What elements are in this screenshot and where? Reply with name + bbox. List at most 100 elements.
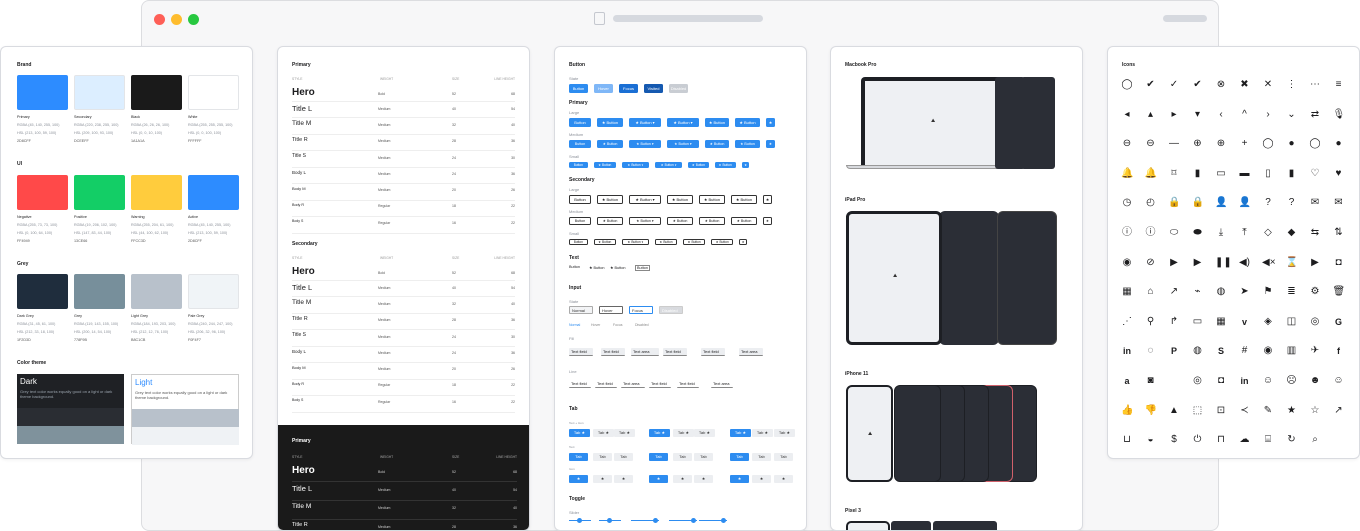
input-focus[interactable]: Focus xyxy=(629,306,653,314)
send-icon[interactable]: ➤ xyxy=(1239,286,1251,298)
user-filled-icon[interactable]: 👤 xyxy=(1239,197,1251,209)
thumbs-up-icon[interactable]: 👍 xyxy=(1121,405,1133,417)
close-circle-icon[interactable]: ⊗ xyxy=(1215,79,1227,91)
close-circle-filled-icon[interactable]: ✖ xyxy=(1239,79,1251,91)
text-button[interactable]: ★ Button xyxy=(610,265,625,270)
slider-handle[interactable] xyxy=(721,518,726,523)
tab-item[interactable]: Tab xyxy=(569,453,588,461)
mic-icon[interactable]: 🎙 xyxy=(1333,109,1346,121)
download-icon[interactable]: ⤓ xyxy=(1215,227,1227,239)
grid-icon[interactable]: ▦ xyxy=(1121,286,1133,298)
secondary-button[interactable]: Button xyxy=(569,239,588,245)
pencil-icon[interactable]: ✎ xyxy=(1262,405,1274,417)
double-check-icon[interactable]: ✔ xyxy=(1192,79,1204,91)
tab-item[interactable]: Tab ★ xyxy=(673,429,694,437)
button-state-disabled[interactable]: Disabled xyxy=(669,84,688,93)
tab-item[interactable]: ★ xyxy=(614,475,633,483)
power-icon[interactable]: ⏻ xyxy=(1192,434,1204,446)
smile-icon[interactable]: ☺ xyxy=(1262,375,1274,387)
line-text-field[interactable]: Text field xyxy=(569,380,591,388)
github-icon[interactable]: ◎ xyxy=(1309,316,1321,328)
secondary-button[interactable]: ★Button xyxy=(711,239,734,245)
tab-item[interactable]: Tab ★ xyxy=(649,429,670,437)
plus-circle-icon[interactable]: ⊕ xyxy=(1192,138,1204,150)
tab-item[interactable]: Tab xyxy=(774,453,793,461)
button-state-hover[interactable]: Hover xyxy=(594,84,613,93)
trello-icon[interactable]: ▥ xyxy=(1286,345,1298,357)
button-state-button[interactable]: Button xyxy=(569,84,588,93)
scan-icon[interactable]: ⬚ xyxy=(1192,405,1204,417)
fill-text-field[interactable]: Text area xyxy=(631,348,659,356)
secondary-button[interactable]: ★Button xyxy=(597,217,623,225)
maximize-window-icon[interactable] xyxy=(188,14,199,25)
happy-icon[interactable]: ☺ xyxy=(1333,375,1345,387)
apple-icon[interactable] xyxy=(1168,375,1180,387)
folder-icon[interactable]: ▭ xyxy=(1215,168,1227,180)
dropbox-icon[interactable]: ◈ xyxy=(1262,316,1274,328)
slider-handle[interactable] xyxy=(653,518,658,523)
loader-icon[interactable]: ⋰ xyxy=(1121,316,1133,328)
tag-filled-icon[interactable]: ⬬ xyxy=(1192,227,1204,239)
copy-icon[interactable]: ◫ xyxy=(1286,316,1298,328)
box-icon[interactable]: ⌸ xyxy=(1262,434,1274,446)
instagram-icon[interactable]: ◘ xyxy=(1215,375,1227,387)
flag-icon[interactable]: ⚑ xyxy=(1262,286,1274,298)
star-icon[interactable]: ★ xyxy=(1286,405,1298,417)
check-circle-filled-icon[interactable]: ✔ xyxy=(1145,79,1157,91)
linkedin-icon[interactable]: in xyxy=(1121,345,1133,357)
primary-button[interactable]: ★ xyxy=(741,162,750,168)
pinterest-icon[interactable]: P xyxy=(1168,345,1180,357)
spotify-icon[interactable]: ◉ xyxy=(1262,345,1274,357)
skype-icon[interactable]: S xyxy=(1215,345,1227,357)
primary-button[interactable]: ★Button xyxy=(597,140,623,148)
message-filled-icon[interactable]: ● xyxy=(1333,138,1345,150)
primary-button[interactable]: ★Button▾ xyxy=(667,118,699,127)
check-circle-icon[interactable]: ◯ xyxy=(1121,79,1133,91)
tab-item[interactable]: Tab ★ xyxy=(569,429,590,437)
sort-icon[interactable]: ⇅ xyxy=(1333,227,1345,239)
slider-handle[interactable] xyxy=(691,518,696,523)
fill-text-field[interactable]: Text area xyxy=(739,348,763,356)
line-text-field[interactable]: Text field xyxy=(677,380,699,388)
primary-button[interactable]: Button xyxy=(569,162,588,168)
secondary-button[interactable]: ★ xyxy=(739,239,747,245)
primary-button[interactable]: ★Button xyxy=(735,140,760,148)
close-icon[interactable]: ✕ xyxy=(1262,79,1274,91)
eye-icon[interactable]: ◉ xyxy=(1121,257,1133,269)
tab-item[interactable]: Tab xyxy=(752,453,771,461)
image-icon[interactable]: ▲ xyxy=(1168,405,1180,417)
fill-text-field[interactable]: Text field xyxy=(663,348,687,356)
tab-item[interactable]: ★ xyxy=(730,475,749,483)
tab-item[interactable]: ★ xyxy=(774,475,793,483)
primary-button[interactable]: ★Button xyxy=(705,118,729,127)
clock-icon[interactable]: ◷ xyxy=(1121,197,1133,209)
secondary-button[interactable]: ★Button▾ xyxy=(629,195,661,204)
user-icon[interactable]: 👤 xyxy=(1215,197,1227,209)
chat-filled-icon[interactable]: ● xyxy=(1286,138,1298,150)
tab-item[interactable]: ★ xyxy=(752,475,771,483)
line-text-field[interactable]: Text area xyxy=(621,380,645,388)
primary-button[interactable]: ★Button▾ xyxy=(667,140,699,148)
folder-filled-icon[interactable]: ▬ xyxy=(1239,168,1251,180)
tab-item[interactable]: Tab ★ xyxy=(774,429,795,437)
reddit-icon[interactable]: ◍ xyxy=(1192,345,1204,357)
tab-item[interactable]: Tab xyxy=(730,453,749,461)
primary-button[interactable]: ★Button xyxy=(705,140,729,148)
message-icon[interactable]: ◯ xyxy=(1309,138,1321,150)
help-icon[interactable]: ? xyxy=(1262,197,1274,209)
slider-handle[interactable] xyxy=(577,518,582,523)
tab-item[interactable]: ★ xyxy=(649,475,668,483)
cloud-icon[interactable]: ☁ xyxy=(1239,434,1251,446)
primary-button[interactable]: ★ xyxy=(766,118,775,127)
primary-button[interactable]: Button xyxy=(569,118,591,127)
twitter-icon[interactable]: ✈ xyxy=(1309,345,1321,357)
tab-item[interactable]: ★ xyxy=(694,475,713,483)
text-button[interactable]: Button xyxy=(635,265,650,271)
arrow-icon[interactable]: ↗ xyxy=(1333,405,1345,417)
mute-icon[interactable]: ◀× xyxy=(1262,257,1276,269)
secondary-button[interactable]: ★Button xyxy=(655,239,678,245)
secondary-button[interactable]: Button xyxy=(569,217,591,225)
refresh-icon[interactable]: ⇄ xyxy=(1309,109,1321,121)
linkedin-square-icon[interactable]: in xyxy=(1239,375,1251,387)
button-state-visited[interactable]: Visited xyxy=(644,84,663,93)
